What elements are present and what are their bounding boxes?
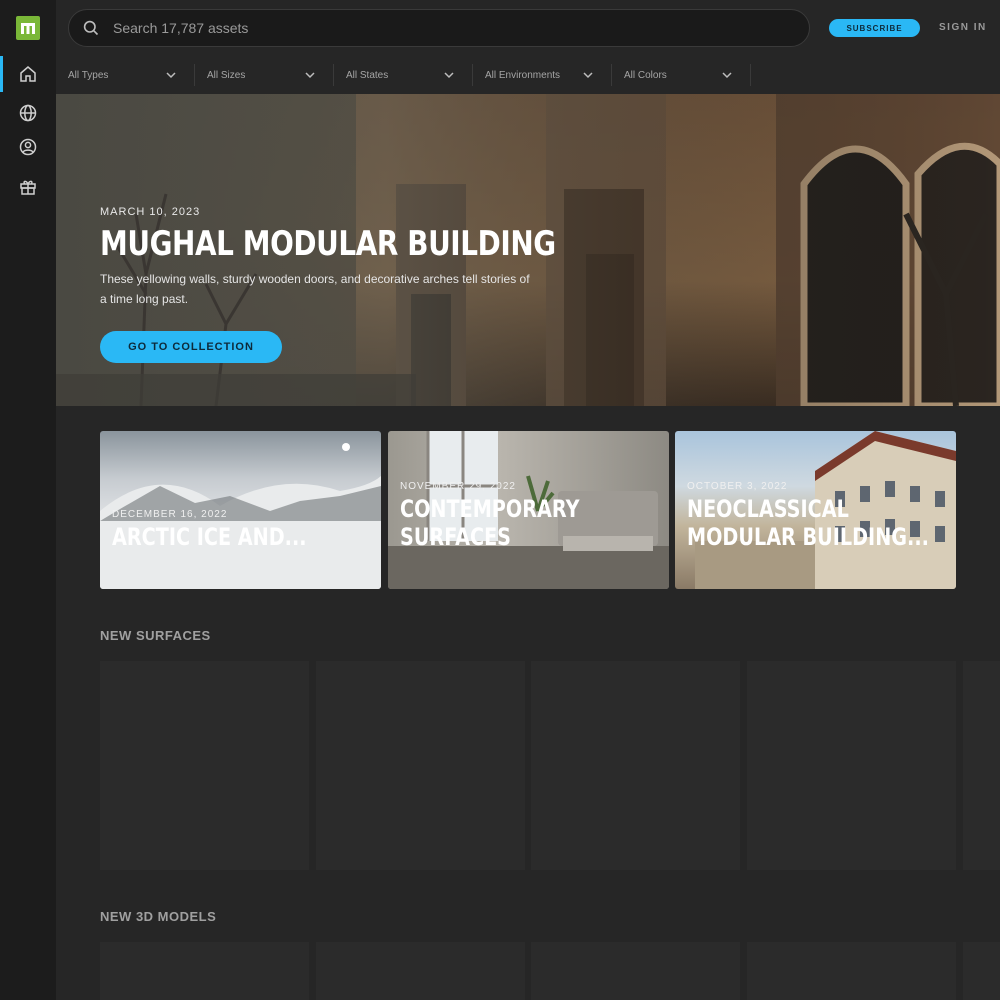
search-input[interactable] [113, 20, 713, 36]
filter-states[interactable]: All States [334, 64, 473, 86]
card-title: ARCTIC ICE AND... [112, 523, 307, 551]
card-date: DECEMBER 16, 2022 [112, 509, 228, 520]
search-bar[interactable] [68, 9, 810, 47]
subscribe-button[interactable]: SUBSCRIBE [829, 19, 920, 37]
chevron-down-icon [305, 72, 315, 79]
surface-tile[interactable] [531, 661, 740, 870]
card-title: NEOCLASSICAL [687, 495, 849, 523]
go-to-collection-button[interactable]: GO TO COLLECTION [100, 331, 282, 363]
user-icon [19, 138, 37, 156]
model-tile[interactable] [100, 942, 309, 1000]
filter-label: All Types [68, 69, 109, 81]
surface-tile[interactable] [316, 661, 525, 870]
collection-card-contemporary[interactable]: NOVEMBER 29, 2022 CONTEMPORARY SURFACES [388, 431, 669, 589]
model-tile[interactable] [747, 942, 956, 1000]
filter-sizes[interactable]: All Sizes [195, 64, 334, 86]
new-3d-models-title: NEW 3D MODELS [100, 909, 217, 924]
search-icon [83, 20, 99, 36]
sidebar-item-home[interactable] [0, 56, 56, 92]
card-title: SURFACES [400, 523, 512, 551]
surface-tile[interactable] [963, 661, 1000, 870]
sidebar [0, 0, 56, 1000]
model-tile[interactable] [963, 942, 1000, 1000]
collection-card-neoclassical[interactable]: OCTOBER 3, 2022 NEOCLASSICAL MODULAR BUI… [675, 431, 956, 589]
hero-date: MARCH 10, 2023 [100, 206, 201, 218]
collection-cards: DECEMBER 16, 2022 ARCTIC ICE AND... NOVE… [100, 431, 957, 589]
model-tile[interactable] [531, 942, 740, 1000]
filter-label: All States [346, 69, 389, 81]
hero-description: These yellowing walls, sturdy wooden doo… [100, 272, 530, 306]
card-date: OCTOBER 3, 2022 [687, 481, 788, 492]
card-title: CONTEMPORARY [400, 495, 580, 523]
model-tile[interactable] [316, 942, 525, 1000]
home-icon [20, 66, 36, 82]
surface-tile[interactable] [747, 661, 956, 870]
sidebar-item-explore[interactable] [0, 95, 56, 131]
sign-in-link[interactable]: SIGN IN [939, 22, 987, 33]
new-surfaces-title: NEW SURFACES [100, 628, 211, 643]
card-date: NOVEMBER 29, 2022 [400, 481, 516, 492]
filter-environments[interactable]: All Environments [473, 64, 612, 86]
chevron-down-icon [444, 72, 454, 79]
filter-bar: All Types All Sizes All States All Envir… [56, 60, 1000, 90]
chevron-down-icon [722, 72, 732, 79]
card-title: MODULAR BUILDING... [687, 523, 929, 551]
main-content: SUBSCRIBE SIGN IN All Types All Sizes Al… [56, 0, 1000, 1000]
filter-label: All Environments [485, 69, 561, 81]
logo-icon[interactable] [16, 16, 40, 40]
gift-icon [20, 180, 36, 195]
collection-card-arctic[interactable]: DECEMBER 16, 2022 ARCTIC ICE AND... [100, 431, 381, 589]
filter-types[interactable]: All Types [56, 64, 195, 86]
surface-tile[interactable] [100, 661, 309, 870]
hero-title: MUGHAL MODULAR BUILDING [100, 224, 556, 264]
sidebar-item-gifts[interactable] [0, 169, 56, 205]
hero-banner: MARCH 10, 2023 MUGHAL MODULAR BUILDING T… [56, 94, 1000, 406]
chevron-down-icon [166, 72, 176, 79]
globe-icon [19, 104, 37, 122]
filter-colors[interactable]: All Colors [612, 64, 751, 86]
sidebar-item-account[interactable] [0, 129, 56, 165]
filter-label: All Sizes [207, 69, 246, 81]
filter-label: All Colors [624, 69, 667, 81]
chevron-down-icon [583, 72, 593, 79]
